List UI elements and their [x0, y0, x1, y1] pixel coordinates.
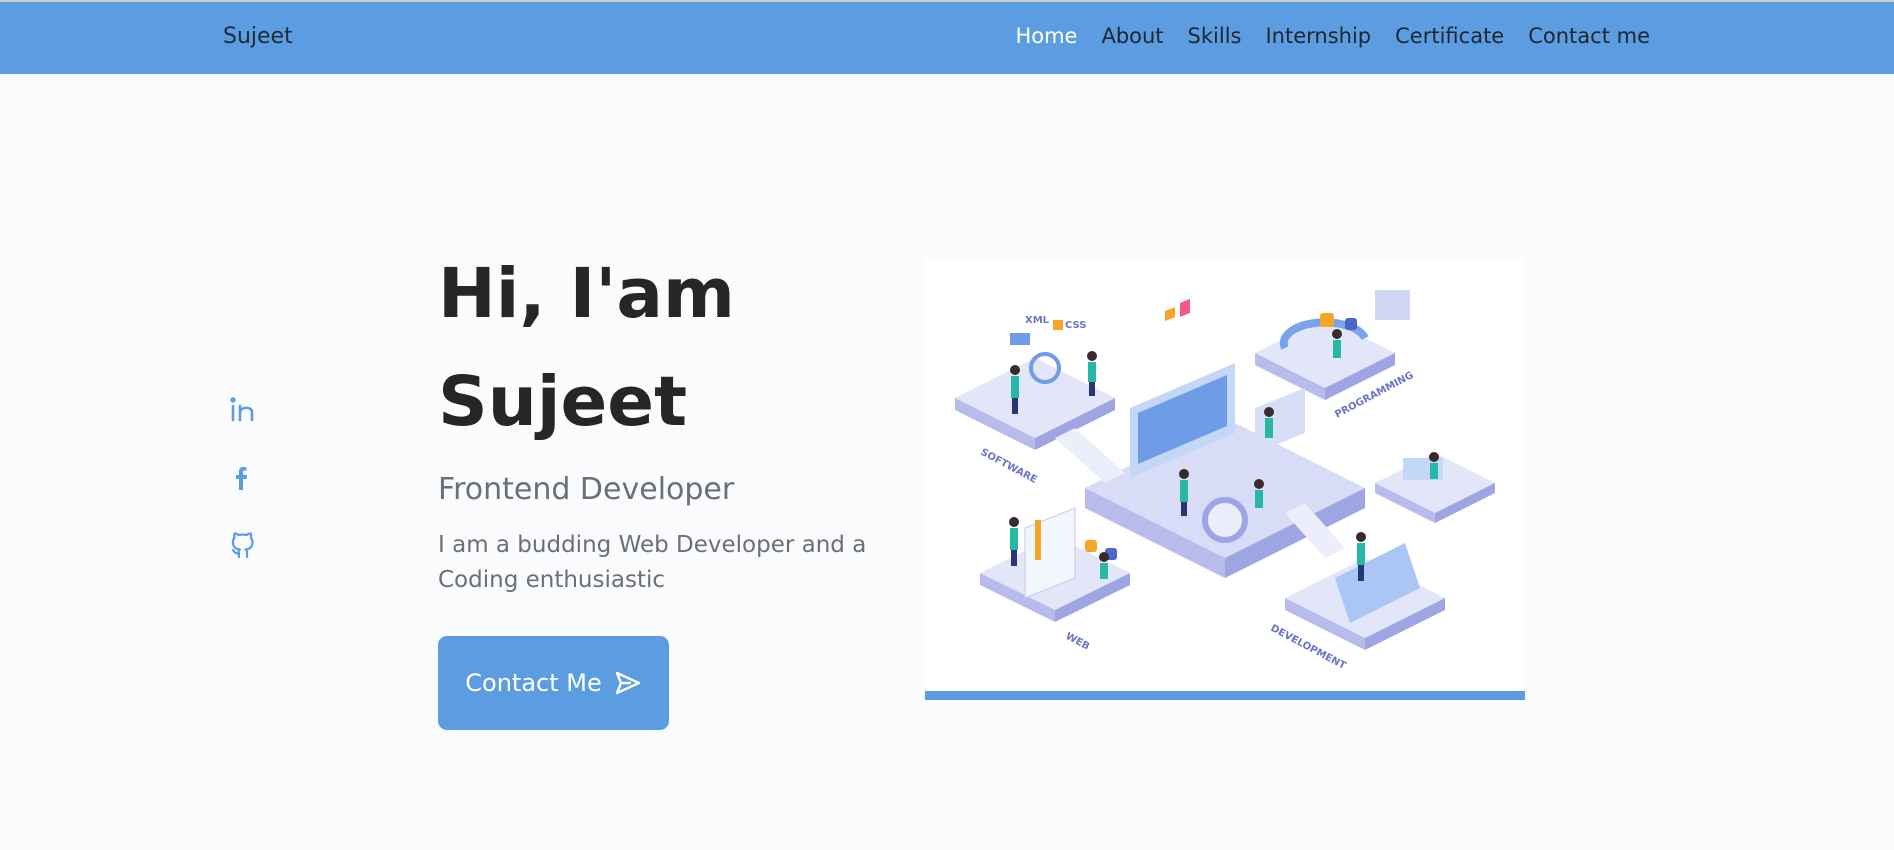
nav-contact[interactable]: Contact me: [1528, 24, 1650, 48]
logo-link[interactable]: Sujeet: [223, 24, 293, 49]
contact-me-label: Contact Me: [465, 669, 602, 697]
github-link[interactable]: [228, 528, 258, 562]
hero-title-line1: Hi, I'am: [438, 254, 735, 334]
github-icon: [231, 532, 254, 559]
illustration-underline: [925, 691, 1525, 700]
nav-skills[interactable]: Skills: [1188, 24, 1242, 48]
hero-subtitle: Frontend Developer: [438, 472, 735, 507]
social-links: [228, 392, 258, 562]
navbar: Sujeet Home About Skills Internship Cert…: [0, 2, 1894, 74]
hero-description: I am a budding Web Developer and a Codin…: [438, 532, 867, 593]
hero-text: Hi, I'am Sujeet Frontend Developer I am …: [438, 240, 908, 598]
linkedin-link[interactable]: [228, 392, 258, 426]
facebook-link[interactable]: [228, 460, 258, 494]
nav-about[interactable]: About: [1101, 24, 1163, 48]
contact-me-button[interactable]: Contact Me: [438, 636, 669, 730]
nav-internship[interactable]: Internship: [1265, 24, 1371, 48]
isometric-workspace-illustration: SOFTWARE PROGRAMMING WEB DEVELOPMENT XML…: [955, 290, 1495, 672]
main-nav: Home About Skills Internship Certificate…: [1015, 24, 1650, 48]
facebook-icon: [236, 467, 248, 490]
hero-title-name: Sujeet: [438, 362, 688, 442]
label-web: WEB: [1064, 631, 1092, 653]
label-css: CSS: [1065, 320, 1086, 331]
hero-title: Hi, I'am Sujeet: [438, 240, 908, 456]
send-icon: [615, 671, 640, 695]
linkedin-icon: [230, 397, 254, 422]
nav-home[interactable]: Home: [1015, 24, 1077, 48]
label-software: SOFTWARE: [979, 447, 1039, 486]
nav-certificate[interactable]: Certificate: [1395, 24, 1504, 48]
hero-illustration: SOFTWARE PROGRAMMING WEB DEVELOPMENT XML…: [925, 258, 1525, 692]
label-xml: XML: [1025, 315, 1050, 326]
